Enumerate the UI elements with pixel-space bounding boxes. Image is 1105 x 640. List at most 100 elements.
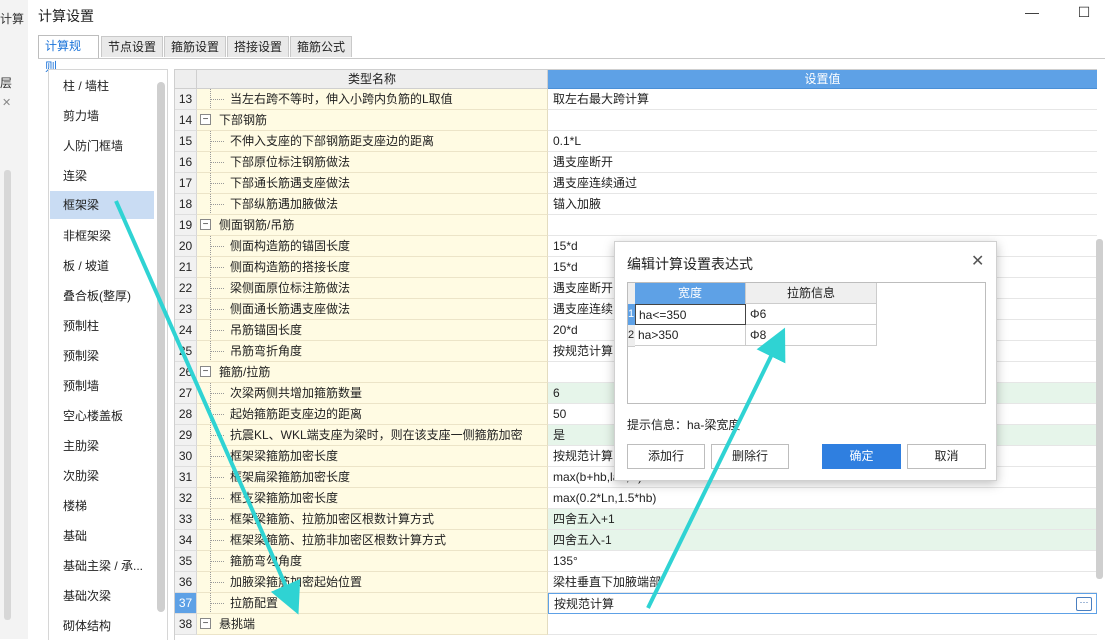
table-row[interactable]: 18 下部纵筋遇加腋做法 锚入加腋 bbox=[175, 194, 1097, 215]
tab-calc-rules[interactable]: 计算规则 bbox=[38, 35, 99, 74]
row-number: 24 bbox=[175, 320, 197, 341]
table-row[interactable]: 37 拉筋配置 按规范计算 ··· bbox=[175, 593, 1097, 614]
collapse-icon[interactable]: − bbox=[200, 219, 211, 230]
setting-name-label: 下部纵筋遇加腋做法 bbox=[230, 197, 339, 211]
nav-item[interactable]: 人防门框墙 bbox=[50, 132, 154, 160]
setting-value-cell[interactable] bbox=[548, 614, 1097, 635]
cancel-button[interactable]: 取消 bbox=[907, 444, 986, 469]
ellipsis-icon[interactable]: ··· bbox=[1076, 597, 1092, 611]
nav-item[interactable]: 柱 / 墙柱 bbox=[50, 72, 154, 100]
width-cell[interactable]: ha>350 bbox=[635, 325, 746, 346]
setting-name-label: 抗震KL、WKL端支座为梁时，则在该支座一侧箍筋加密 bbox=[230, 428, 523, 442]
setting-name-cell: 不伸入支座的下部钢筋距支座边的距离 bbox=[197, 131, 548, 152]
setting-value-cell[interactable]: 按规范计算 ··· bbox=[548, 593, 1097, 614]
tree-line bbox=[210, 141, 224, 143]
setting-name-cell: 梁侧面原位标注筋做法 bbox=[197, 278, 548, 299]
setting-value-cell[interactable] bbox=[548, 215, 1097, 236]
tie-cell[interactable]: Φ6 bbox=[746, 304, 877, 325]
nav-item[interactable]: 非框架梁 bbox=[50, 222, 154, 250]
close-icon[interactable]: ✕ bbox=[2, 96, 11, 109]
setting-value-label: 四舍五入+1 bbox=[553, 512, 615, 526]
table-row[interactable]: 15 不伸入支座的下部钢筋距支座边的距离 0.1*L bbox=[175, 131, 1097, 152]
setting-value-cell[interactable]: 四舍五入+1 bbox=[548, 509, 1097, 530]
maximize-button[interactable]: ☐ bbox=[1074, 4, 1094, 20]
tree-line bbox=[210, 561, 224, 563]
setting-value-label: 取左右最大跨计算 bbox=[553, 92, 650, 106]
collapse-icon[interactable]: − bbox=[200, 366, 211, 377]
nav-item[interactable]: 叠合板(整厚) bbox=[50, 282, 154, 310]
table-row[interactable]: 17 下部通长筋遇支座做法 遇支座连续通过 bbox=[175, 173, 1097, 194]
tree-line bbox=[210, 183, 224, 185]
nav-item[interactable]: 预制墙 bbox=[50, 372, 154, 400]
setting-name-label: 下部通长筋遇支座做法 bbox=[230, 176, 351, 190]
setting-value-cell[interactable]: max(0.2*Ln,1.5*hb) bbox=[548, 488, 1097, 509]
collapse-icon[interactable]: − bbox=[200, 114, 211, 125]
setting-name-cell: 起始箍筋距支座边的距离 bbox=[197, 404, 548, 425]
ok-button[interactable]: 确定 bbox=[822, 444, 901, 469]
setting-value-cell[interactable]: 0.1*L bbox=[548, 131, 1097, 152]
setting-value-cell[interactable]: 取左右最大跨计算 bbox=[548, 89, 1097, 110]
delete-row-button[interactable]: 删除行 bbox=[711, 444, 789, 469]
dialog-title: 计算设置 bbox=[38, 8, 94, 24]
nav-item[interactable]: 基础次梁 bbox=[50, 582, 154, 610]
setting-value-label: 遇支座断开 bbox=[553, 281, 614, 295]
setting-value-cell[interactable]: 梁柱垂直下加腋端部 bbox=[548, 572, 1097, 593]
width-cell[interactable]: ha<=350 bbox=[635, 304, 746, 325]
nav-item[interactable]: 剪力墙 bbox=[50, 102, 154, 130]
table-row[interactable]: 14− 下部钢筋 bbox=[175, 110, 1097, 131]
setting-value-cell[interactable]: 四舍五入-1 bbox=[548, 530, 1097, 551]
table-row[interactable]: 13 当左右跨不等时，伸入小跨内负筋的L取值 取左右最大跨计算 bbox=[175, 89, 1097, 110]
background-scrollbar[interactable] bbox=[4, 170, 11, 620]
tab-stirrup-formula[interactable]: 箍筋公式 bbox=[290, 36, 352, 57]
nav-item[interactable]: 连梁 bbox=[50, 162, 154, 190]
nav-item[interactable]: 预制柱 bbox=[50, 312, 154, 340]
nav-item[interactable]: 主肋梁 bbox=[50, 432, 154, 460]
component-nav: 柱 / 墙柱 剪力墙 人防门框墙 连梁 框架梁 非框架梁 板 / 坡道 叠合板(… bbox=[48, 69, 168, 640]
table-row[interactable]: 16 下部原位标注钢筋做法 遇支座断开 bbox=[175, 152, 1097, 173]
row-number: 36 bbox=[175, 572, 197, 593]
setting-value-cell[interactable] bbox=[548, 110, 1097, 131]
nav-item[interactable]: 楼梯 bbox=[50, 492, 154, 520]
setting-name-cell: 下部通长筋遇支座做法 bbox=[197, 173, 548, 194]
collapse-icon[interactable]: − bbox=[200, 618, 211, 629]
tab-stirrup-settings[interactable]: 箍筋设置 bbox=[164, 36, 226, 57]
nav-item[interactable]: 基础 bbox=[50, 522, 154, 550]
table-row[interactable]: 33 框架梁箍筋、拉筋加密区根数计算方式 四舍五入+1 bbox=[175, 509, 1097, 530]
setting-value-label: 是 bbox=[553, 428, 566, 442]
table-row[interactable]: 19− 侧面钢筋/吊筋 bbox=[175, 215, 1097, 236]
tab-lap-settings[interactable]: 搭接设置 bbox=[227, 36, 289, 57]
close-icon[interactable]: ✕ bbox=[971, 251, 984, 271]
grid-scrollbar[interactable] bbox=[1096, 239, 1103, 579]
setting-value-label: 50 bbox=[553, 407, 567, 421]
setting-name-cell: 框架梁箍筋、拉筋加密区根数计算方式 bbox=[197, 509, 548, 530]
setting-name-cell: 下部原位标注钢筋做法 bbox=[197, 152, 548, 173]
tab-node-settings[interactable]: 节点设置 bbox=[101, 36, 163, 57]
nav-item[interactable]: 基础主梁 / 承... bbox=[50, 552, 154, 580]
table-row[interactable]: 36 加腋梁箍筋加密起始位置 梁柱垂直下加腋端部 bbox=[175, 572, 1097, 593]
nav-item[interactable]: 预制梁 bbox=[50, 342, 154, 370]
nav-item[interactable]: 次肋梁 bbox=[50, 462, 154, 490]
table-row[interactable]: 34 框架梁箍筋、拉筋非加密区根数计算方式 四舍五入-1 bbox=[175, 530, 1097, 551]
setting-name-cell: 抗震KL、WKL端支座为梁时，则在该支座一侧箍筋加密 bbox=[197, 425, 548, 446]
table-row[interactable]: 32 框支梁箍筋加密长度 max(0.2*Ln,1.5*hb) bbox=[175, 488, 1097, 509]
table-row[interactable]: 38− 悬挑端 bbox=[175, 614, 1097, 635]
minimize-button[interactable]: — bbox=[1022, 4, 1042, 20]
background-app-label: 层 bbox=[0, 76, 13, 90]
row-number: 15 bbox=[175, 131, 197, 152]
setting-value-cell[interactable]: 遇支座连续通过 bbox=[548, 173, 1097, 194]
setting-value-cell[interactable]: 135° bbox=[548, 551, 1097, 572]
setting-value-cell[interactable]: 锚入加腋 bbox=[548, 194, 1097, 215]
table-row[interactable]: 35 箍筋弯勾角度 135° bbox=[175, 551, 1097, 572]
tie-cell[interactable]: Φ8 bbox=[746, 325, 877, 346]
nav-item[interactable]: 板 / 坡道 bbox=[50, 252, 154, 280]
background-app: 计算 层 ✕ bbox=[0, 0, 29, 639]
setting-value-cell[interactable]: 遇支座断开 bbox=[548, 152, 1097, 173]
nav-item[interactable]: 砌体结构 bbox=[50, 612, 154, 640]
add-row-button[interactable]: 添加行 bbox=[627, 444, 705, 469]
row-number: 13 bbox=[175, 89, 197, 110]
row-number: 19 bbox=[175, 215, 197, 236]
nav-scrollbar[interactable] bbox=[157, 82, 165, 612]
tree-line bbox=[210, 204, 224, 206]
nav-item[interactable]: 空心楼盖板 bbox=[50, 402, 154, 430]
nav-item-selected[interactable]: 框架梁 bbox=[50, 191, 154, 219]
